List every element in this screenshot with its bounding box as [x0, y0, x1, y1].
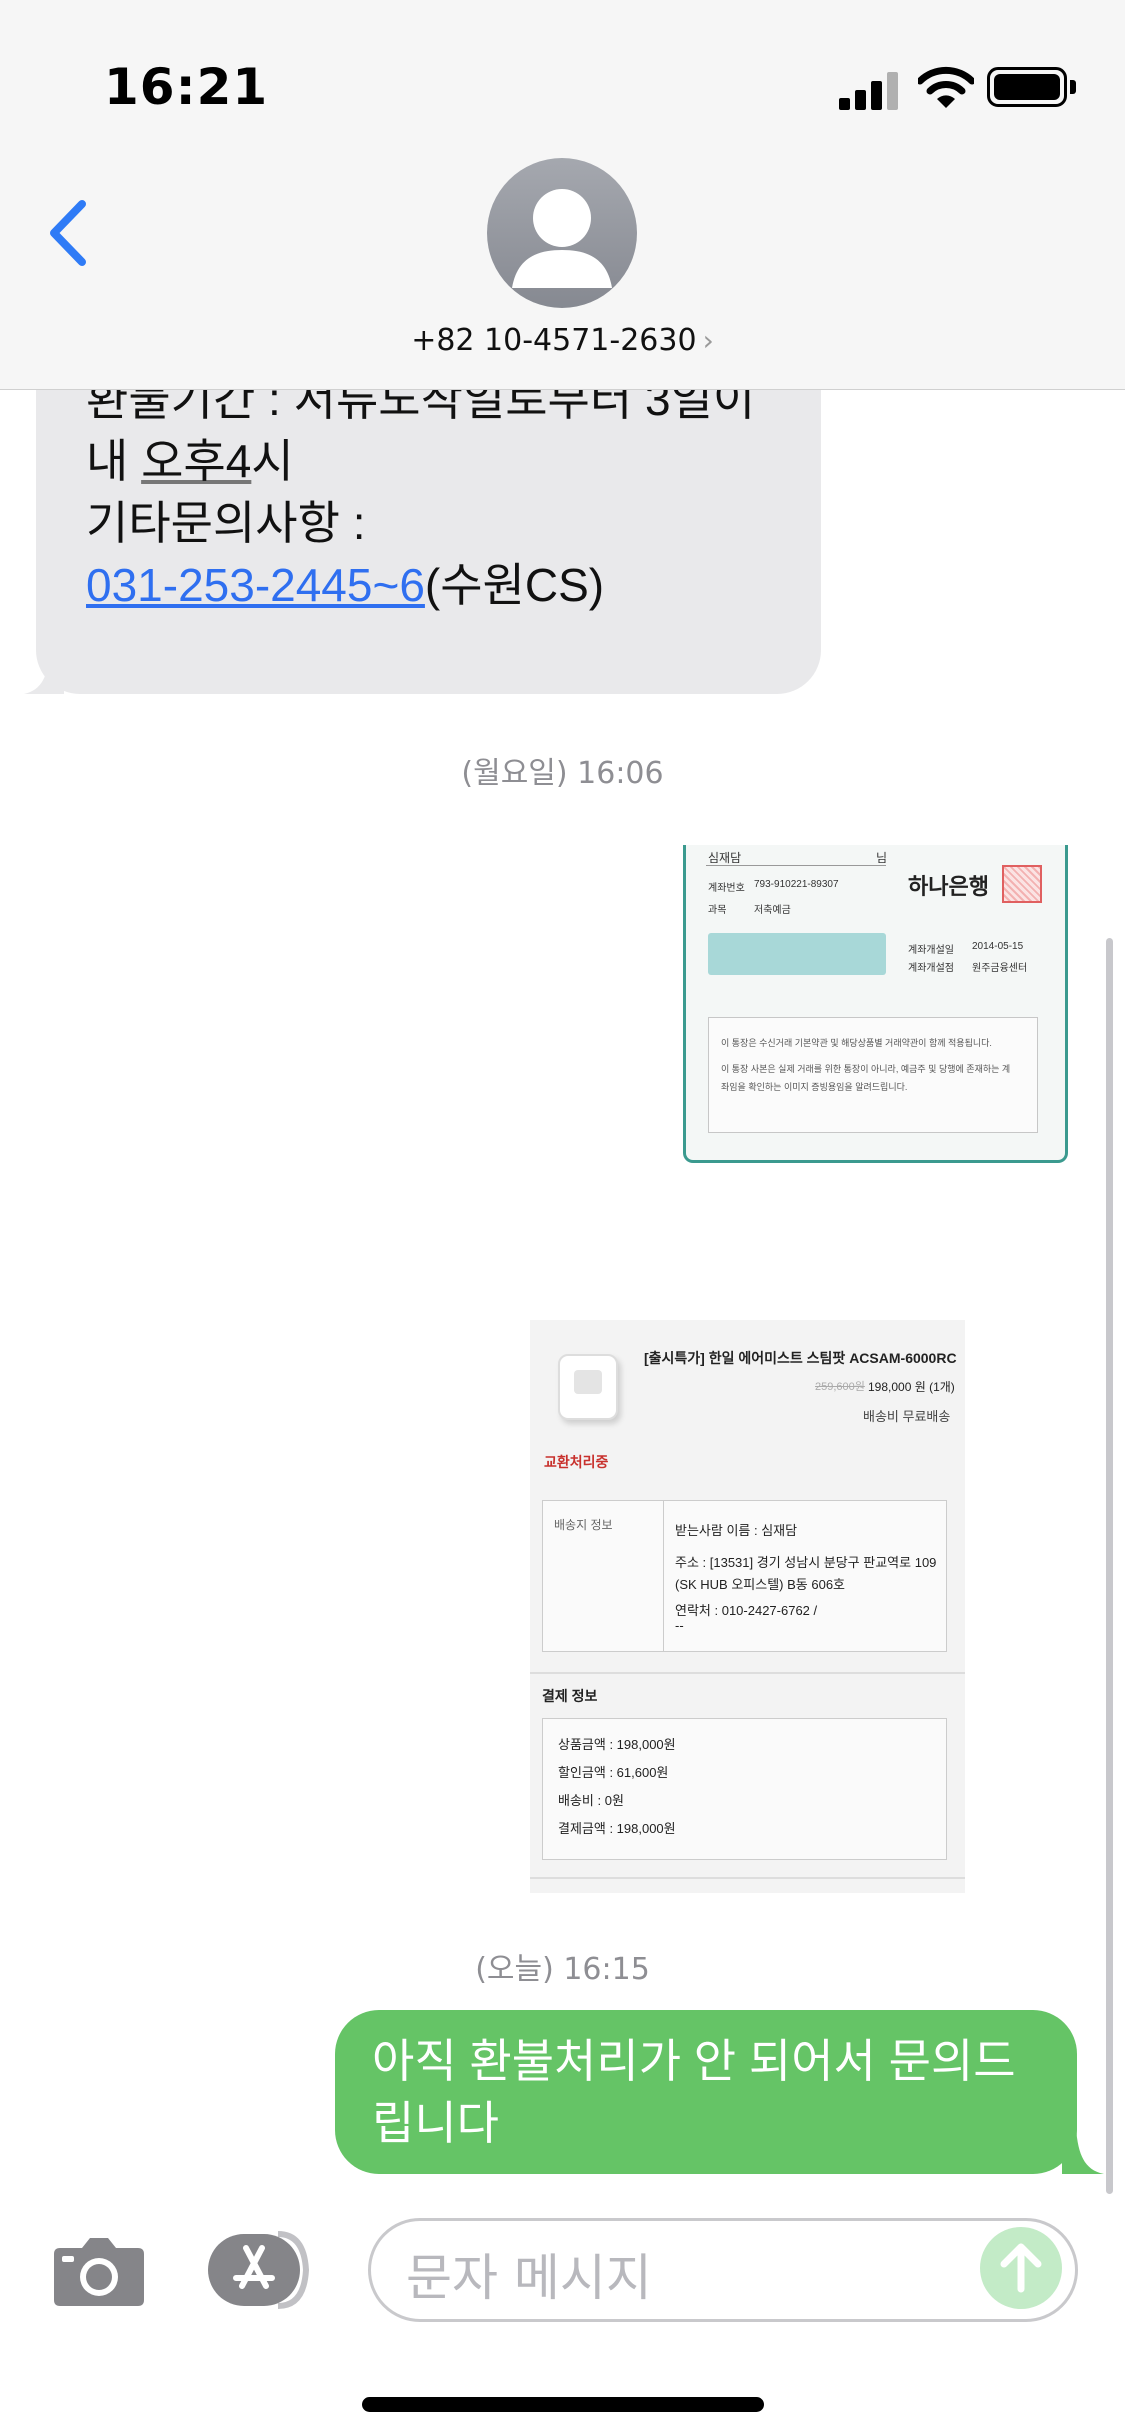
account-number: 793-910221-89307 — [754, 879, 839, 890]
chevron-left-icon[interactable] — [44, 198, 94, 268]
app-store-icon[interactable] — [208, 2230, 320, 2310]
timestamp-time: 16:06 — [567, 756, 664, 791]
message-line: 아직 환불처리가 안 되어서 문의드 — [372, 2035, 1016, 2087]
message-line: 031-253-2445~6(수원CS) — [86, 554, 755, 616]
product-thumbnail — [558, 1354, 618, 1420]
phone-link[interactable]: 031-253-2445~6 — [86, 559, 425, 611]
conversation-header: 16:21 +82 10-4571-2630 › — [0, 0, 1125, 390]
address-label: 배송지 정보 — [554, 1518, 613, 1532]
product-amount: 상품금액 : 198,000원 — [558, 1737, 676, 1752]
incoming-message-text: 환불기간 : 서류도착일로부터 3일이 내 오후4시 기타문의사항 : 031-… — [86, 368, 755, 616]
timestamp-time: 16:15 — [553, 1952, 650, 1987]
redacted-area — [708, 933, 886, 975]
message-line: 립니다 — [372, 2097, 499, 2149]
branch-label: 계좌개설점 — [908, 963, 954, 974]
recipient: 받는사람 이름 : 심재담 — [675, 1523, 798, 1538]
shipping-fee: 배송비 : 0원 — [558, 1793, 624, 1808]
bubble-tail — [24, 650, 64, 694]
bankbook-note: 이 통장 사본은 실제 거래를 위한 통장이 아니라, 예금주 및 당행에 존재… — [721, 1064, 1011, 1074]
account-label: 계좌번호 — [708, 883, 745, 894]
contact-name[interactable]: +82 10-4571-2630 › — [0, 323, 1125, 358]
contact-phone-secondary: -- — [675, 1618, 684, 1633]
bankbook-image[interactable]: 심재담 님 계좌번호 793-910221-89307 과목 저축예금 하나은행… — [683, 845, 1068, 1163]
outgoing-message-text: 아직 환불처리가 안 되어서 문의드 립니다 — [372, 2030, 1062, 2154]
subject-label: 과목 — [708, 905, 727, 916]
owner-underline — [706, 865, 886, 866]
wifi-icon — [918, 66, 974, 108]
contact-phone: 연락처 : 010-2427-6762 / — [675, 1603, 818, 1618]
bankbook-notes: 이 통장은 수신거래 기본약관 및 해당상품별 거래약관이 함께 적용됩니다. … — [708, 1017, 1038, 1133]
bankbook-note: 좌임을 확인하는 이미지 증빙용임을 알려드립니다. — [721, 1082, 908, 1092]
open-date-label: 계좌개설일 — [908, 945, 954, 956]
product-price: 198,000 원 (1개) — [868, 1380, 955, 1394]
time-link[interactable]: 오후4 — [141, 435, 251, 487]
home-indicator[interactable] — [362, 2397, 764, 2412]
discount-amount: 할인금액 : 61,600원 — [558, 1765, 669, 1780]
bank-name: 하나은행 — [908, 874, 989, 899]
timestamp-day: (오늘) — [475, 1952, 554, 1987]
payment-title: 결제 정보 — [542, 1688, 598, 1704]
timestamp-today: (오늘) 16:15 — [0, 1944, 1125, 1988]
subject-value: 저축예금 — [754, 905, 791, 916]
chevron-right-icon: › — [702, 324, 714, 357]
battery-cap — [1070, 80, 1076, 94]
owner-suffix: 님 — [876, 851, 888, 865]
message-line: 기타문의사항 : — [86, 497, 366, 549]
bankbook-note: 이 통장은 수신거래 기본약관 및 해당상품별 거래약관이 함께 적용됩니다. — [721, 1038, 992, 1048]
battery-icon — [987, 67, 1067, 107]
message-line: 내 오후4시 — [86, 430, 755, 492]
contact-number: +82 10-4571-2630 — [411, 323, 697, 358]
send-button[interactable] — [980, 2227, 1062, 2309]
divider — [530, 1877, 965, 1879]
bubble-tail — [1062, 2128, 1104, 2174]
scrollbar[interactable] — [1106, 938, 1113, 2194]
branch-value: 원주금융센터 — [972, 963, 1028, 974]
avatar[interactable] — [487, 158, 637, 308]
divider — [663, 1501, 664, 1651]
account-owner: 심재담 — [708, 851, 742, 865]
message-text: 시 — [251, 435, 294, 487]
payment-amount: 결제금액 : 198,000원 — [558, 1821, 676, 1836]
message-text: (수원CS) — [424, 559, 605, 611]
camera-icon[interactable] — [52, 2234, 146, 2308]
divider — [530, 1672, 965, 1674]
original-price: 259,600원 — [815, 1381, 865, 1393]
timestamp-day: (월요일) — [461, 756, 568, 791]
address-line: 주소 : [13531] 경기 성남시 분당구 판교역로 109 — [675, 1555, 937, 1570]
product-title: [출시특가] 한일 에어미스트 스팀팟 ACSAM-6000RC — [644, 1350, 957, 1366]
cellular-signal-icon — [839, 70, 899, 110]
person-icon — [512, 189, 612, 288]
shipping-info: 배송비 무료배송 — [863, 1409, 951, 1424]
order-status: 교환처리중 — [544, 1454, 609, 1470]
order-screenshot-image[interactable]: [출시특가] 한일 에어미스트 스팀팟 ACSAM-6000RC 259,600… — [530, 1320, 965, 1893]
timestamp-monday: (월요일) 16:06 — [0, 748, 1125, 792]
status-time: 16:21 — [104, 58, 269, 116]
message-placeholder: 문자 메시지 — [406, 2249, 652, 2307]
open-date: 2014-05-15 — [972, 941, 1024, 952]
bank-seal-icon — [1002, 865, 1042, 903]
address-line: (SK HUB 오피스텔) B동 606호 — [675, 1577, 846, 1592]
arrow-up-icon — [1000, 2243, 1042, 2293]
message-text: 내 — [86, 435, 142, 487]
